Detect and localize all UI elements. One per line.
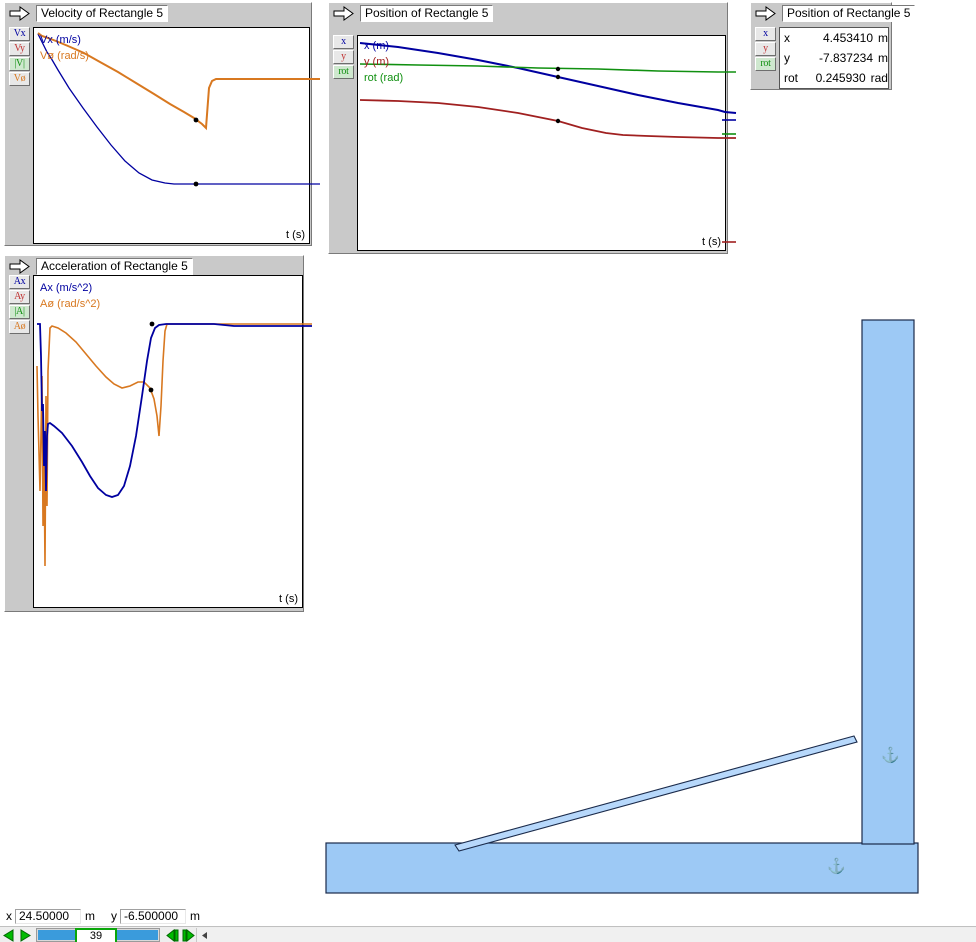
- frame-number-box[interactable]: 39: [75, 928, 117, 942]
- acceleration-plot-svg: [36, 321, 312, 567]
- position-x-axis-label: t (s): [702, 236, 721, 248]
- acceleration-button-arot[interactable]: Aø: [9, 320, 30, 334]
- acceleration-marker-ax: [149, 321, 155, 327]
- acceleration-title: Acceleration of Rectangle 5: [36, 257, 193, 275]
- status-bar: x 24.50000 m y -6.500000 m: [0, 907, 976, 925]
- values-button-x[interactable]: x: [755, 27, 776, 41]
- acceleration-button-amag[interactable]: |A|: [9, 305, 30, 319]
- transport-right-buttons: [164, 927, 196, 942]
- status-x-value[interactable]: 24.50000: [15, 908, 81, 924]
- transport-bar: 39: [0, 926, 976, 942]
- acceleration-button-ax[interactable]: Ax: [9, 275, 30, 289]
- status-x-unit: m: [85, 909, 95, 923]
- values-title: Position of Rectangle 5: [782, 4, 916, 22]
- values-button-y[interactable]: y: [755, 42, 776, 56]
- values-number-x: 4.453410: [822, 31, 873, 45]
- values-row-y: y -7.837234 m: [780, 48, 888, 68]
- values-row-rot: rot 0.245930 rad: [780, 68, 888, 88]
- values-unit-y: m: [878, 51, 888, 65]
- velocity-button-vx[interactable]: Vx: [9, 27, 30, 41]
- values-key-y: y: [784, 51, 790, 65]
- velocity-button-vy[interactable]: Vy: [9, 42, 30, 56]
- values-key-rot: rot: [784, 71, 799, 85]
- acceleration-graph-window[interactable]: Acceleration of Rectangle 5 Ax Ay |A| Aø…: [4, 255, 312, 612]
- acceleration-plot-area[interactable]: Ax (m/s^2) Aø (rad/s^2) t (s): [33, 275, 312, 608]
- acceleration-x-axis-label: t (s): [279, 593, 298, 605]
- wall-anchor-icon: ⚓: [881, 747, 900, 764]
- position-button-y[interactable]: y: [333, 50, 354, 64]
- values-button-rot[interactable]: rot: [755, 57, 776, 71]
- values-unit-x: m: [878, 31, 888, 45]
- acceleration-series-ax: [37, 323, 312, 498]
- horizontal-scrollbar[interactable]: [196, 927, 976, 942]
- velocity-marker-vrot: [193, 117, 199, 123]
- rod-body[interactable]: [454, 735, 858, 852]
- position-marker-rot: [555, 66, 561, 72]
- velocity-button-vmag[interactable]: |V|: [9, 57, 30, 71]
- step-back-icon[interactable]: [164, 927, 180, 942]
- status-x-label: x: [6, 909, 12, 923]
- position-marker-x: [555, 74, 561, 80]
- values-table: x 4.453410 m y -7.837234 m rot 0.245930 …: [779, 27, 889, 89]
- transport-left-buttons: [0, 927, 32, 942]
- acceleration-button-ay[interactable]: Ay: [9, 290, 30, 304]
- status-y-label: y: [111, 909, 117, 923]
- position-plot-area[interactable]: x (m) y (m) rot (rad) t (s): [357, 35, 737, 251]
- right-arrow-icon[interactable]: [754, 5, 778, 23]
- acceleration-series-buttons: Ax Ay |A| Aø: [9, 275, 31, 334]
- position-titlebar: Position of Rectangle 5: [329, 3, 725, 23]
- status-y-unit: m: [190, 909, 200, 923]
- velocity-series-buttons: Vx Vy |V| Vø: [9, 27, 31, 86]
- velocity-x-axis-label: t (s): [286, 229, 305, 241]
- position-marker-y: [555, 118, 561, 124]
- values-unit-rot: rad: [870, 71, 888, 85]
- velocity-marker-vx: [193, 181, 199, 187]
- position-button-x[interactable]: x: [333, 35, 354, 49]
- velocity-plot-area[interactable]: Vx (m/s) Vø (rad/s) t (s): [33, 27, 320, 244]
- app-window: ⚓ ⚓ Velocity of Rectangle 5 Vx Vy |V| Vø: [0, 0, 976, 942]
- status-y-value[interactable]: -6.500000: [120, 908, 186, 924]
- velocity-title: Velocity of Rectangle 5: [36, 4, 169, 22]
- right-arrow-icon[interactable]: [8, 258, 32, 276]
- right-arrow-icon[interactable]: [8, 5, 32, 23]
- timeline-scrubber[interactable]: 39: [36, 928, 160, 942]
- acceleration-titlebar: Acceleration of Rectangle 5: [5, 256, 301, 276]
- position-plot-svg: [359, 42, 737, 243]
- play-reverse-icon[interactable]: [16, 927, 32, 942]
- velocity-titlebar: Velocity of Rectangle 5: [5, 3, 309, 23]
- values-number-rot: 0.245930: [815, 71, 866, 85]
- position-graph-window[interactable]: Position of Rectangle 5 x y rot x (m) y …: [328, 2, 737, 254]
- step-forward-icon[interactable]: [180, 927, 196, 942]
- acceleration-series-arot: [36, 323, 312, 567]
- acceleration-marker-arot: [148, 387, 154, 393]
- values-titlebar: Position of Rectangle 5: [751, 3, 916, 23]
- values-key-x: x: [784, 31, 790, 45]
- values-series-buttons: x y rot: [755, 27, 777, 71]
- velocity-plot-svg: [37, 32, 320, 187]
- values-row-x: x 4.453410 m: [780, 28, 888, 48]
- scroll-left-icon[interactable]: [197, 929, 211, 942]
- rewind-icon[interactable]: [0, 927, 16, 942]
- position-title: Position of Rectangle 5: [360, 4, 494, 22]
- position-values-window[interactable]: Position of Rectangle 5 x y rot x 4.4534…: [750, 2, 916, 90]
- ground-anchor-icon: ⚓: [827, 858, 846, 875]
- right-arrow-icon[interactable]: [332, 5, 356, 23]
- position-series-y: [359, 99, 736, 139]
- position-series-rot: [359, 63, 736, 73]
- velocity-graph-window[interactable]: Velocity of Rectangle 5 Vx Vy |V| Vø Vx …: [4, 2, 320, 246]
- velocity-button-vrot[interactable]: Vø: [9, 72, 30, 86]
- position-series-buttons: x y rot: [333, 35, 355, 79]
- velocity-series-vrot: [37, 32, 320, 131]
- values-number-y: -7.837234: [818, 51, 873, 65]
- wall-body[interactable]: [861, 319, 915, 845]
- position-button-rot[interactable]: rot: [333, 65, 354, 79]
